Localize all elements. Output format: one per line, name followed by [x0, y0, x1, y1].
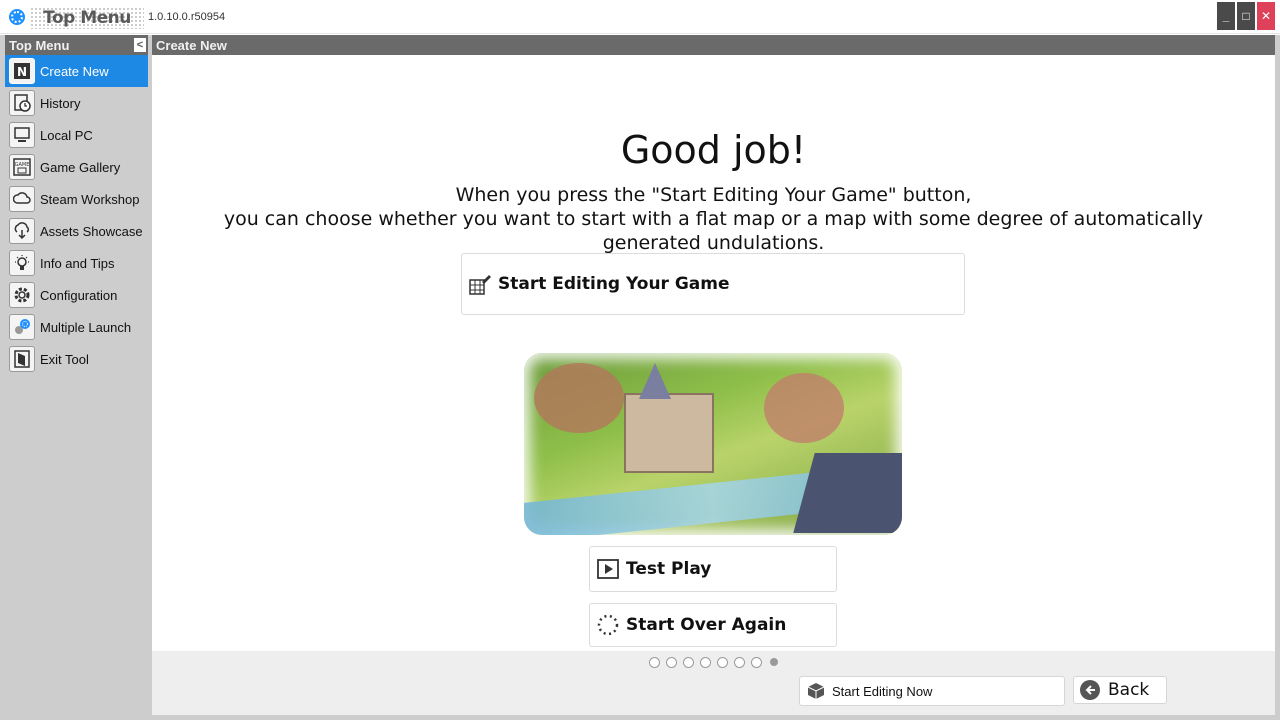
sidebar-item-create-new[interactable]: N Create New	[5, 55, 148, 87]
sidebar-item-info-tips[interactable]: Info and Tips	[5, 247, 148, 279]
app-title: Top Menu	[30, 7, 144, 29]
preview-house-roof	[793, 453, 902, 533]
page-dot[interactable]	[666, 657, 677, 668]
description-line-2: you can choose whether you want to start…	[223, 208, 1204, 254]
sidebar-item-label: Multiple Launch	[40, 319, 132, 335]
sidebar-item-label: Assets Showcase	[40, 223, 143, 239]
page-dot[interactable]	[649, 657, 660, 668]
title-bar: Top Menu 1.0.10.0.r50954 _ □ ✕	[0, 0, 1280, 34]
sidebar-item-label: Local PC	[40, 127, 93, 143]
minimize-button[interactable]: _	[1217, 2, 1235, 30]
back-label: Back	[1108, 680, 1150, 700]
page-dot[interactable]	[734, 657, 745, 668]
new-icon: N	[9, 58, 35, 84]
sidebar-item-assets-showcase[interactable]: Assets Showcase	[5, 215, 148, 247]
description-line-1: When you press the "Start Editing Your G…	[455, 184, 972, 206]
loading-dots-icon	[596, 613, 620, 637]
game-preview-image	[524, 353, 902, 535]
close-button[interactable]: ✕	[1257, 2, 1275, 30]
sidebar-item-label: Create New	[40, 63, 109, 79]
start-over-button[interactable]: Start Over Again	[589, 603, 837, 647]
sidebar-item-label: Configuration	[40, 287, 118, 303]
start-editing-now-label: Start Editing Now	[832, 683, 933, 699]
app-logo-icon	[9, 9, 25, 25]
sidebar-title: Top Menu	[9, 37, 70, 53]
test-play-button[interactable]: Test Play	[589, 546, 837, 592]
tips-icon	[9, 250, 35, 276]
sidebar-item-label: Exit Tool	[40, 351, 89, 367]
chevron-left-icon: <	[136, 39, 144, 51]
start-editing-now-button[interactable]: Start Editing Now	[799, 676, 1065, 706]
preview-spire	[639, 363, 671, 399]
sidebar: Top Menu < N Create New History Local PC…	[5, 35, 148, 715]
sidebar-item-steam-workshop[interactable]: Steam Workshop	[5, 183, 148, 215]
start-editing-button[interactable]: Start Editing Your Game	[461, 253, 965, 315]
sidebar-item-label: Info and Tips	[40, 255, 115, 271]
play-icon	[596, 557, 620, 581]
back-arrow-icon	[1080, 680, 1100, 700]
page-dot-active[interactable]	[770, 658, 778, 666]
sidebar-item-game-gallery[interactable]: GAME Game Gallery	[5, 151, 148, 183]
preview-tree	[764, 373, 844, 443]
page-dot[interactable]	[751, 657, 762, 668]
sidebar-item-label: Game Gallery	[40, 159, 121, 175]
page-indicator	[649, 657, 778, 668]
maximize-button[interactable]: □	[1237, 2, 1255, 30]
close-icon: ✕	[1260, 9, 1272, 23]
sidebar-item-history[interactable]: History	[5, 87, 148, 119]
back-button[interactable]: Back	[1073, 676, 1167, 704]
version-label: 1.0.10.0.r50954	[148, 11, 226, 23]
assets-icon	[9, 218, 35, 244]
sidebar-header: Top Menu <	[5, 35, 148, 55]
preview-church	[624, 393, 714, 473]
sidebar-item-label: Steam Workshop	[40, 191, 140, 207]
window-frame-bottom	[0, 715, 1280, 720]
start-over-label: Start Over Again	[626, 615, 787, 635]
gear-icon	[9, 282, 35, 308]
sidebar-nav: N Create New History Local PC GAME Game …	[5, 55, 148, 375]
cube-icon	[806, 681, 826, 701]
svg-text:N: N	[17, 65, 27, 79]
sidebar-collapse-button[interactable]: <	[134, 38, 146, 52]
svg-text:GAME: GAME	[15, 162, 30, 168]
history-icon	[9, 90, 35, 116]
page-dot[interactable]	[683, 657, 694, 668]
start-editing-label: Start Editing Your Game	[498, 274, 730, 294]
description: When you press the "Start Editing Your G…	[172, 183, 1255, 255]
content-header: Create New	[152, 35, 1275, 55]
window-frame-right	[1275, 35, 1280, 720]
sidebar-item-configuration[interactable]: Configuration	[5, 279, 148, 311]
minimize-icon: _	[1222, 9, 1230, 23]
page-dot[interactable]	[717, 657, 728, 668]
page-dot[interactable]	[700, 657, 711, 668]
launch-icon	[9, 314, 35, 340]
sidebar-item-label: History	[40, 95, 81, 111]
sidebar-item-multiple-launch[interactable]: Multiple Launch	[5, 311, 148, 343]
edit-map-icon	[468, 272, 492, 296]
workshop-icon	[9, 186, 35, 212]
footer: Start Editing Now Back	[152, 651, 1275, 715]
preview-tree	[534, 363, 624, 433]
maximize-icon: □	[1242, 9, 1250, 23]
sidebar-item-exit-tool[interactable]: Exit Tool	[5, 343, 148, 375]
pc-icon	[9, 122, 35, 148]
test-play-label: Test Play	[626, 559, 712, 579]
sidebar-item-local-pc[interactable]: Local PC	[5, 119, 148, 151]
game-icon: GAME	[9, 154, 35, 180]
page-title: Good job!	[620, 128, 807, 172]
exit-icon	[9, 346, 35, 372]
